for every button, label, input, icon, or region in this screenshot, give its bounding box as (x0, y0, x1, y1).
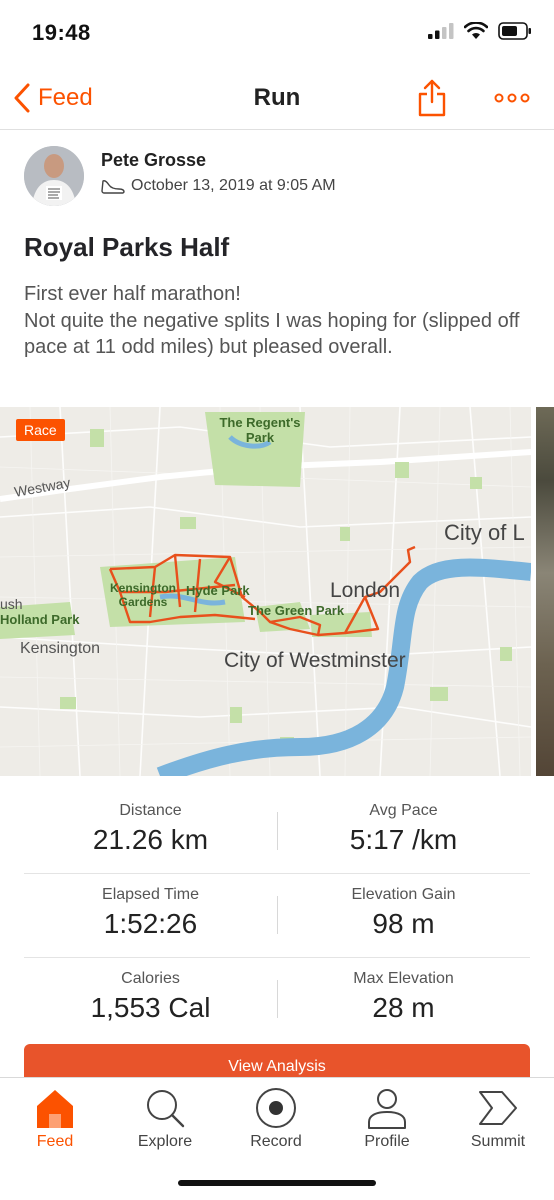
stat-avg-pace: Avg Pace 5:17 /km (277, 790, 530, 856)
nav-bar: Feed Run (0, 66, 554, 130)
summit-icon (479, 1091, 517, 1125)
tab-feed[interactable]: Feed (0, 1086, 110, 1156)
stat-calories: Calories 1,553 Cal (24, 958, 277, 1024)
status-icons (428, 22, 532, 40)
activity-title: Royal Parks Half (24, 232, 230, 262)
tab-summit[interactable]: Summit (443, 1086, 553, 1156)
battery-icon (498, 22, 531, 40)
search-icon (147, 1090, 185, 1128)
map-label-holland-park: Holland Park (0, 612, 80, 627)
tab-label: Record (250, 1133, 302, 1150)
stat-label: Calories (121, 970, 180, 987)
stat-label: Max Elevation (353, 970, 454, 987)
map-label-bush: ush (0, 596, 23, 612)
athlete-meta: October 13, 2019 at 9:05 AM (101, 177, 336, 195)
map-label-kensington-gardens: Kensington Gardens (110, 581, 176, 609)
stat-value: 5:17 /km (349, 824, 458, 855)
shoe-icon (101, 180, 125, 194)
map-label-regents-park: The Regent's Park (219, 415, 301, 445)
athlete-header: Pete Grosse October 13, 2019 at 9:05 AM (24, 146, 534, 208)
map-label-kensington: Kensington (20, 640, 101, 657)
more-options-icon[interactable] (494, 88, 530, 108)
wifi-icon (464, 22, 488, 39)
map-canvas (0, 407, 531, 776)
tab-profile[interactable]: Profile (332, 1086, 442, 1156)
tab-explore[interactable]: Explore (110, 1086, 220, 1156)
tab-label: Summit (470, 1133, 526, 1150)
activity-date: October 13, 2019 at 9:05 AM (131, 177, 336, 194)
stat-elevation-gain: Elevation Gain 98 m (277, 874, 530, 940)
home-icon (37, 1090, 73, 1128)
stat-value: 98 m (372, 908, 435, 939)
stats-row: Distance 21.26 km Avg Pace 5:17 /km (24, 790, 530, 874)
page-title: Run (253, 84, 301, 111)
activity-description: First ever half marathon! Not quite the … (24, 283, 520, 358)
stat-label: Distance (119, 802, 182, 819)
stat-value: 28 m (372, 992, 435, 1023)
signal-icon (428, 23, 454, 39)
tab-record[interactable]: Record (221, 1086, 331, 1156)
status-bar: 19:48 (0, 0, 554, 66)
map-label-city-of-london: City of L (444, 520, 525, 545)
photo-thumbnail[interactable] (536, 407, 554, 776)
stat-label: Elevation Gain (351, 886, 456, 903)
profile-icon (368, 1089, 406, 1129)
route-map[interactable]: Race The Regent's Park Westway City of L… (0, 407, 531, 776)
map-label-westminster: City of Westminster (224, 649, 406, 672)
stat-value: 1:52:26 (103, 908, 198, 939)
map-label-hyde-park: Hyde Park (186, 583, 250, 598)
map-label-london: London (330, 579, 401, 602)
stats-row: Calories 1,553 Cal Max Elevation 28 m (24, 958, 530, 1042)
map-label-green-park: The Green Park (248, 603, 345, 618)
tab-label: Explore (137, 1133, 193, 1150)
stats-row: Elapsed Time 1:52:26 Elevation Gain 98 m (24, 874, 530, 958)
stat-max-elevation: Max Elevation 28 m (277, 958, 530, 1024)
home-indicator (178, 1180, 376, 1186)
record-icon (256, 1088, 296, 1128)
stat-elapsed-time: Elapsed Time 1:52:26 (24, 874, 277, 940)
avatar-image (24, 146, 84, 206)
stat-label: Avg Pace (369, 802, 438, 819)
tab-label: Profile (364, 1133, 410, 1150)
tab-label: Feed (36, 1133, 74, 1150)
race-badge: Race (16, 419, 65, 441)
avatar[interactable] (24, 146, 84, 206)
share-icon[interactable] (416, 78, 448, 118)
status-time: 19:48 (32, 20, 91, 45)
stat-value: 1,553 Cal (90, 992, 211, 1023)
stats-grid: Distance 21.26 km Avg Pace 5:17 /km Elap… (24, 790, 530, 1042)
athlete-name[interactable]: Pete Grosse (101, 150, 206, 171)
stat-label: Elapsed Time (102, 886, 199, 903)
stat-value: 21.26 km (92, 824, 209, 855)
stat-distance: Distance 21.26 km (24, 790, 277, 856)
